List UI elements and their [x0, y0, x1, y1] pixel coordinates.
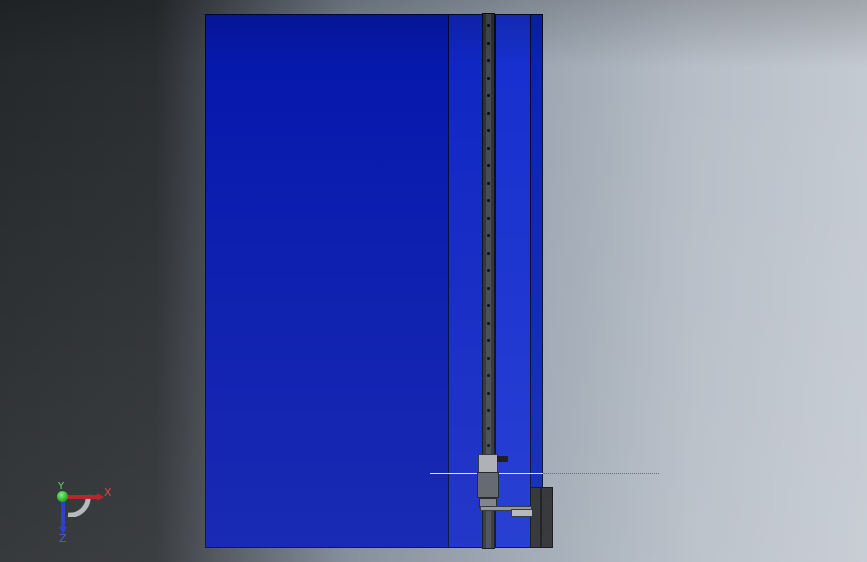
triad-rotation-arc	[67, 494, 91, 517]
y-axis-point	[57, 491, 68, 502]
rail-carriage[interactable]	[478, 454, 498, 473]
rail-hole	[487, 164, 490, 167]
model-panel-main[interactable]	[205, 14, 449, 548]
rail-hole	[487, 234, 490, 237]
x-axis-arrow	[65, 495, 98, 499]
rail-hole	[487, 444, 490, 447]
rail-hole	[487, 269, 490, 272]
x-axis-arrowhead	[97, 493, 104, 501]
rail-hole	[487, 217, 490, 220]
model-panel-edge[interactable]	[530, 14, 543, 548]
rail-hole	[487, 24, 490, 27]
x-axis-label: X	[104, 486, 112, 499]
rail-hole	[487, 322, 490, 325]
rail-hole	[487, 59, 490, 62]
rail-hole	[487, 112, 490, 115]
reference-triad: X Y Z	[52, 481, 116, 546]
model-panel-right[interactable]	[495, 14, 531, 548]
rail-hole	[487, 42, 490, 45]
rail-hole	[487, 392, 490, 395]
graphics-viewport[interactable]: X Y Z	[0, 0, 867, 562]
rail-hole	[487, 339, 490, 342]
rail-hole	[487, 287, 490, 290]
rail-hole	[487, 129, 490, 132]
rail-hole	[487, 77, 490, 80]
sketch-line-extension	[543, 473, 659, 474]
rail-hole	[487, 182, 490, 185]
z-axis-arrow	[61, 498, 65, 528]
rail-hole	[487, 409, 490, 412]
rail-hole	[487, 252, 490, 255]
y-axis-label: Y	[58, 481, 65, 492]
rail-hole	[487, 304, 490, 307]
motor-block[interactable]	[477, 472, 499, 498]
bracket-slot	[540, 488, 542, 547]
rail-hole	[487, 374, 490, 377]
rail-hole	[487, 427, 490, 430]
z-axis-label: Z	[59, 532, 67, 545]
rail-hole	[487, 94, 490, 97]
actuator-tip[interactable]	[511, 509, 533, 517]
rail-hole	[487, 147, 490, 150]
rail-hole	[487, 199, 490, 202]
carriage-tab[interactable]	[497, 456, 508, 462]
rail-hole	[487, 357, 490, 360]
